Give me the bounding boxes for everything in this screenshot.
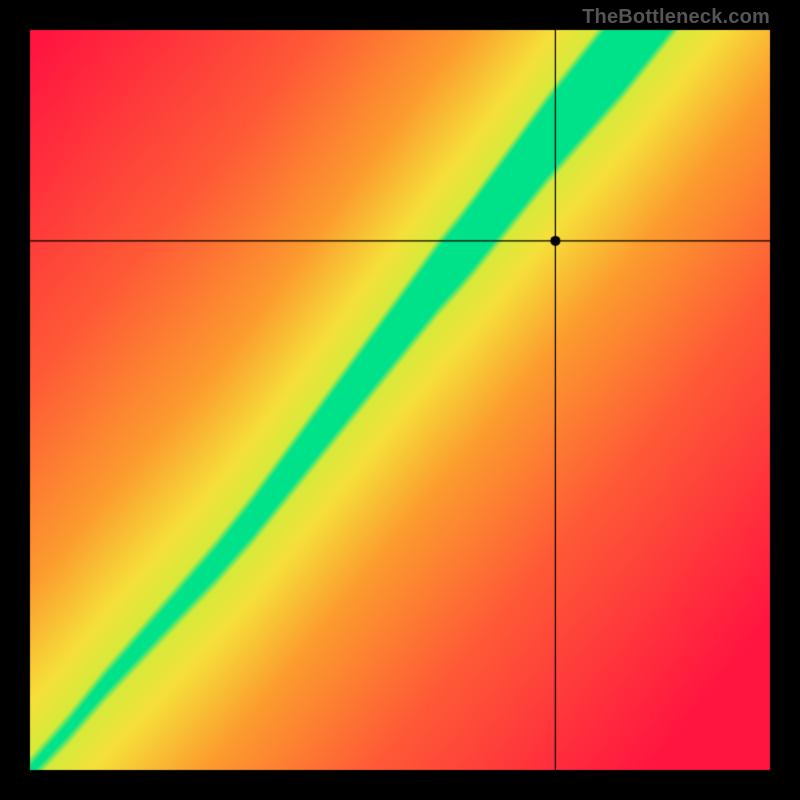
bottleneck-heatmap bbox=[0, 0, 800, 800]
chart-container: TheBottleneck.com bbox=[0, 0, 800, 800]
watermark-text: TheBottleneck.com bbox=[582, 6, 770, 29]
